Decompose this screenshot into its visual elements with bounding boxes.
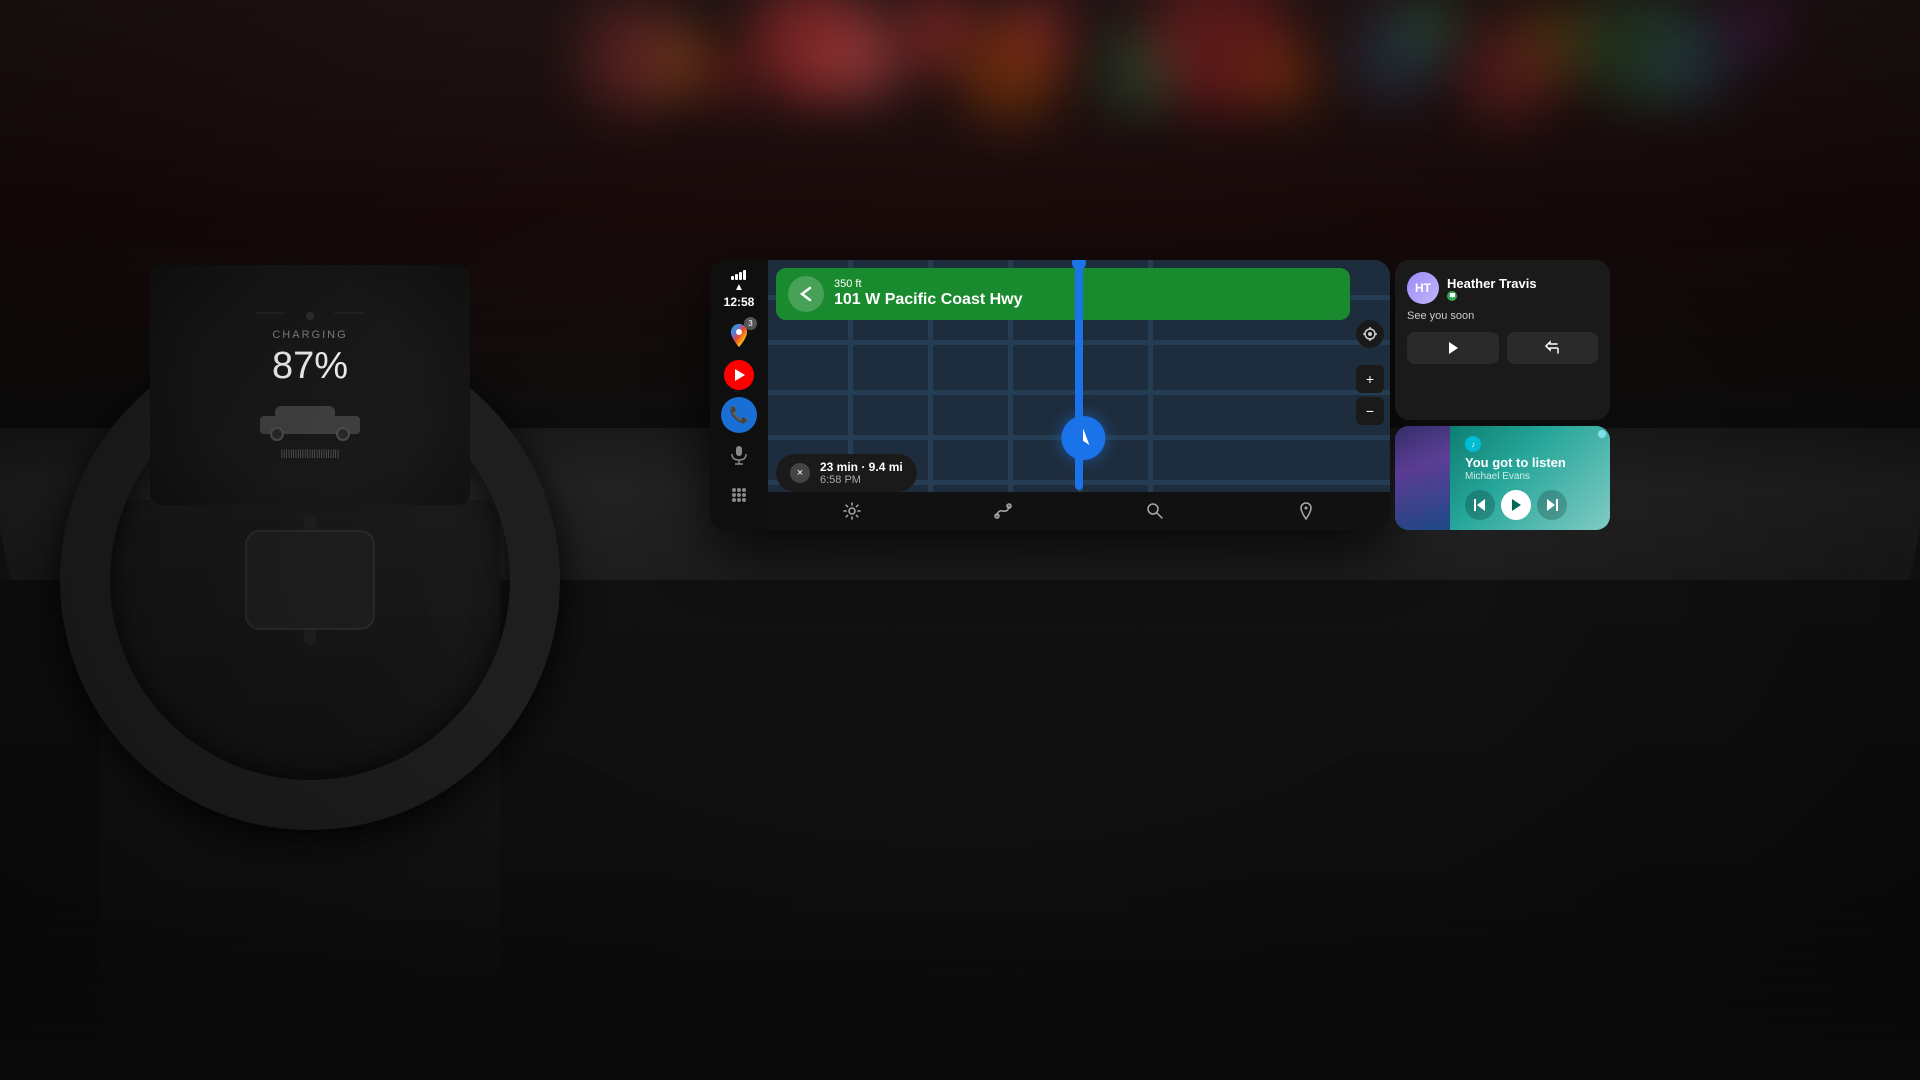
microphone-button[interactable] bbox=[721, 437, 757, 473]
next-track-button[interactable] bbox=[1537, 490, 1567, 520]
play-message-button[interactable] bbox=[1407, 332, 1499, 364]
turn-arrow-left bbox=[788, 276, 824, 312]
grid-menu-button[interactable] bbox=[721, 477, 757, 513]
zoom-in-button[interactable]: + bbox=[1356, 365, 1384, 393]
close-eta-button[interactable]: × bbox=[790, 463, 810, 483]
battery-display: 87% bbox=[272, 345, 348, 388]
eta-duration: 23 min · 9.4 mi bbox=[820, 460, 903, 474]
route-icon bbox=[994, 502, 1012, 520]
search-button[interactable] bbox=[1140, 496, 1170, 526]
save-location-button[interactable] bbox=[1291, 496, 1321, 526]
nav-street: 101 W Pacific Coast Hwy bbox=[834, 290, 1338, 309]
wifi-icon: ▲ bbox=[734, 282, 744, 293]
search-icon bbox=[1146, 502, 1164, 520]
location-icon bbox=[1363, 327, 1377, 341]
message-notification-card: HT Heather Travis See you soon bbox=[1395, 260, 1610, 420]
message-app-label bbox=[1447, 291, 1537, 301]
status-bar: ▲ 12:58 bbox=[724, 268, 755, 309]
navigation-turn-card: 350 ft 101 W Pacific Coast Hwy bbox=[776, 268, 1350, 320]
youtube-music-icon bbox=[724, 360, 754, 390]
play-pause-button[interactable] bbox=[1501, 490, 1531, 520]
youtube-music-button[interactable] bbox=[721, 357, 757, 393]
seat-area bbox=[0, 900, 1920, 1080]
charging-label: Charging bbox=[272, 329, 347, 341]
zoom-out-button[interactable]: − bbox=[1356, 397, 1384, 425]
maps-badge: 3 bbox=[744, 317, 757, 330]
map-view: 350 ft 101 W Pacific Coast Hwy + − bbox=[768, 260, 1390, 530]
car-silhouette bbox=[255, 396, 365, 441]
nav-sidebar: ▲ 12:58 3 bbox=[710, 260, 768, 530]
reply-icon bbox=[1544, 340, 1560, 356]
phone-icon: 📞 bbox=[729, 405, 749, 425]
instrument-cluster: Charging 87% ||||||||||||||||||||||||| bbox=[150, 265, 470, 505]
spotify-icon: ♪ bbox=[1465, 436, 1481, 452]
avatar-initials: HT bbox=[1407, 272, 1439, 304]
messages-app-icon bbox=[1447, 291, 1457, 301]
current-position-marker bbox=[1061, 416, 1105, 460]
message-header: HT Heather Travis bbox=[1407, 272, 1598, 304]
grid-icon bbox=[728, 484, 750, 506]
music-content: ♪ You got to listen Michael Evans bbox=[1405, 436, 1600, 520]
message-preview-text: See you soon bbox=[1407, 310, 1598, 322]
music-artist-name: Michael Evans bbox=[1465, 471, 1600, 482]
music-track-title: You got to listen bbox=[1465, 455, 1600, 471]
route-options-button[interactable] bbox=[988, 496, 1018, 526]
microphone-icon bbox=[728, 444, 750, 466]
message-action-buttons bbox=[1407, 332, 1598, 364]
eta-arrival: 6:58 PM bbox=[820, 474, 903, 486]
reply-button[interactable] bbox=[1507, 332, 1599, 364]
eta-card: × 23 min · 9.4 mi 6:58 PM bbox=[776, 454, 917, 492]
settings-button[interactable] bbox=[837, 496, 867, 526]
music-playback-controls bbox=[1465, 490, 1600, 520]
play-icon bbox=[1445, 340, 1461, 356]
position-arrow-icon bbox=[1061, 416, 1105, 460]
settings-icon bbox=[843, 502, 861, 520]
signal-indicator bbox=[731, 268, 746, 280]
eta-info: 23 min · 9.4 mi 6:58 PM bbox=[820, 460, 903, 486]
music-app-info: ♪ bbox=[1465, 436, 1600, 452]
time-display: 12:58 bbox=[724, 295, 755, 309]
message-sender-info: Heather Travis bbox=[1447, 276, 1537, 301]
map-toolbar bbox=[768, 492, 1390, 530]
chat-bubble-icon bbox=[1449, 292, 1456, 299]
previous-track-button[interactable] bbox=[1465, 490, 1495, 520]
infotainment-screen: ▲ 12:58 3 bbox=[710, 260, 1390, 530]
location-center-button[interactable] bbox=[1356, 320, 1384, 348]
sender-avatar: HT bbox=[1407, 272, 1439, 304]
previous-icon bbox=[1473, 498, 1487, 512]
nav-distance: 350 ft bbox=[834, 278, 1338, 290]
sender-name: Heather Travis bbox=[1447, 276, 1537, 291]
left-arrow-icon bbox=[796, 284, 816, 304]
right-panel: HT Heather Travis See you soon bbox=[1395, 260, 1610, 530]
route-line bbox=[1075, 260, 1083, 490]
pin-icon bbox=[1297, 502, 1315, 520]
music-player-card: ♪ You got to listen Michael Evans bbox=[1395, 426, 1610, 530]
play-pause-icon bbox=[1508, 497, 1524, 513]
zoom-controls: + − bbox=[1356, 365, 1384, 425]
next-icon bbox=[1545, 498, 1559, 512]
phone-button[interactable]: 📞 bbox=[721, 397, 757, 433]
navigation-info: 350 ft 101 W Pacific Coast Hwy bbox=[834, 278, 1338, 309]
maps-nav-button[interactable]: 3 bbox=[721, 317, 757, 353]
